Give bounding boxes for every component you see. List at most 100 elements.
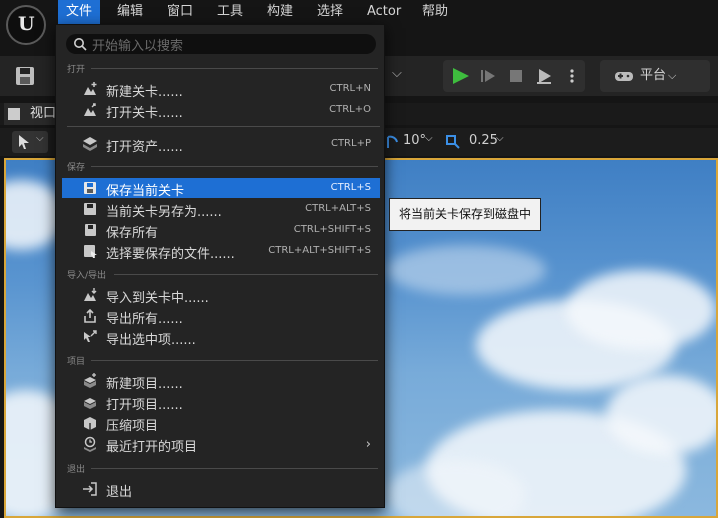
menu-item-label: 新建项目......: [106, 377, 183, 392]
eject-icon[interactable]: [536, 68, 552, 84]
menu-actor[interactable]: Actor: [359, 0, 409, 24]
menu-tools[interactable]: 工具: [209, 0, 251, 24]
platforms-label: 平台: [640, 68, 667, 83]
viewport-tab-label: 视口: [30, 106, 57, 121]
menu-item-shortcut: CTRL+N: [329, 83, 371, 94]
menu-item-save-all[interactable]: 保存所有 CTRL+SHIFT+S: [62, 220, 380, 241]
section-divider: [91, 468, 378, 469]
menu-item-export-selected[interactable]: 导出选中项......: [62, 327, 380, 348]
menu-help[interactable]: 帮助: [414, 0, 456, 24]
menu-item-choose-files-to-save[interactable]: 选择要保存的文件...... CTRL+ALT+SHIFT+S: [62, 241, 380, 262]
open-project-icon: [84, 398, 96, 409]
scale-snap-icon[interactable]: [445, 134, 461, 150]
menu-item-open-level[interactable]: 打开关卡...... CTRL+O: [62, 100, 380, 121]
section-header-save: 保存: [67, 163, 86, 173]
save-as-icon: [84, 203, 96, 215]
chevron-down-icon[interactable]: ⌵: [425, 133, 433, 144]
section-divider: [91, 68, 378, 69]
submenu-arrow-icon: ›: [365, 437, 371, 452]
menu-item-label: 导出选中项......: [106, 333, 196, 348]
play-controls: [443, 60, 585, 92]
section-header-import-export: 导入/导出: [67, 271, 107, 281]
menu-item-exit[interactable]: 退出: [62, 479, 380, 500]
menubar: U 文件 编辑 窗口 工具 构建 选择 Actor 帮助: [0, 0, 718, 45]
section-divider: [114, 274, 378, 275]
menu-item-import-into-level[interactable]: 导入到关卡中......: [62, 285, 380, 306]
menu-file[interactable]: 文件: [58, 0, 101, 24]
menu-item-zip-project[interactable]: 压缩项目: [62, 413, 380, 434]
menu-item-new-project[interactable]: 新建项目......: [62, 371, 380, 392]
cloud: [566, 270, 716, 350]
menu-item-label: 打开关卡......: [106, 106, 183, 121]
menu-item-label: 退出: [106, 485, 133, 500]
tab-viewport[interactable]: 视口: [4, 103, 60, 125]
menu-search-field[interactable]: 开始输入以搜索: [66, 34, 376, 54]
menu-item-label: 保存当前关卡: [106, 184, 185, 199]
viewport-icon: [8, 108, 20, 120]
export-selected-icon: [84, 330, 97, 342]
menu-item-label: 打开项目......: [106, 398, 183, 413]
play-icon[interactable]: [453, 68, 469, 84]
cloud: [606, 375, 716, 455]
menu-item-label: 压缩项目: [106, 419, 159, 434]
tooltip: 将当前关卡保存到磁盘中: [389, 198, 541, 231]
menu-item-label: 新建关卡......: [106, 85, 183, 100]
cursor-icon: [19, 135, 29, 149]
save-icon: [84, 182, 96, 194]
menu-item-shortcut: CTRL+ALT+S: [305, 203, 371, 214]
menu-edit[interactable]: 编辑: [109, 0, 151, 24]
save-toolbar-icon[interactable]: [14, 65, 36, 87]
more-options-icon[interactable]: [564, 68, 580, 84]
new-level-icon: [84, 82, 97, 95]
menu-build[interactable]: 构建: [259, 0, 301, 24]
section-divider: [91, 166, 378, 167]
menu-item-recent-projects[interactable]: 最近打开的项目 ›: [62, 434, 380, 455]
cloud: [386, 245, 546, 295]
stop-icon[interactable]: [508, 68, 524, 84]
menu-item-open-asset[interactable]: 打开资产...... CTRL+P: [62, 134, 380, 155]
choose-files-icon: [84, 245, 97, 258]
platforms-button[interactable]: 平台 ⌵: [600, 60, 710, 92]
menu-item-save-current-level[interactable]: 保存当前关卡 CTRL+S: [62, 178, 380, 199]
unreal-logo[interactable]: U: [6, 5, 46, 45]
new-project-icon: [84, 373, 96, 388]
exit-icon: [83, 482, 97, 496]
menu-item-shortcut: CTRL+ALT+SHIFT+S: [268, 245, 371, 256]
menu-item-label: 保存所有: [106, 226, 159, 241]
menu-window[interactable]: 窗口: [159, 0, 201, 24]
gamepad-icon: [615, 72, 633, 81]
menu-item-shortcut: CTRL+O: [329, 104, 371, 115]
recent-projects-icon: [84, 436, 96, 452]
section-header-open: 打开: [67, 65, 86, 75]
menu-item-open-project[interactable]: 打开项目......: [62, 392, 380, 413]
rotation-snap-icon[interactable]: [385, 134, 399, 150]
chevron-down-icon[interactable]: ⌵: [392, 66, 402, 81]
menu-item-label: 当前关卡另存为......: [106, 205, 222, 220]
menu-item-new-level[interactable]: 新建关卡...... CTRL+N: [62, 79, 380, 100]
export-all-icon: [84, 308, 96, 323]
menu-select[interactable]: 选择: [309, 0, 351, 24]
step-icon[interactable]: [480, 68, 496, 84]
menu-item-shortcut: CTRL+P: [330, 138, 371, 149]
section-header-exit: 退出: [67, 465, 86, 475]
save-all-icon: [85, 224, 96, 236]
section-header-project: 项目: [67, 357, 86, 367]
menu-item-shortcut: CTRL+SHIFT+S: [293, 224, 371, 235]
menu-item-save-level-as[interactable]: 当前关卡另存为...... CTRL+ALT+S: [62, 199, 380, 220]
menu-item-label: 最近打开的项目: [106, 440, 198, 455]
menu-item-label: 导入到关卡中......: [106, 291, 209, 306]
menu-item-export-all[interactable]: 导出所有......: [62, 306, 380, 327]
import-icon: [84, 288, 97, 301]
menu-item-label: 导出所有......: [106, 312, 183, 327]
menu-divider: [67, 126, 380, 127]
chevron-down-icon: ⌵: [668, 69, 677, 82]
scale-snap-value[interactable]: 0.25: [469, 133, 498, 148]
search-icon: [74, 38, 87, 51]
open-asset-icon: [83, 137, 97, 151]
rotation-snap-value[interactable]: 10°: [403, 133, 426, 148]
menu-item-label: 选择要保存的文件......: [106, 247, 235, 262]
menu-item-shortcut: CTRL+S: [330, 182, 371, 193]
viewport-options-button[interactable]: ⌵: [12, 131, 48, 153]
chevron-down-icon[interactable]: ⌵: [496, 133, 504, 144]
menu-item-label: 打开资产......: [106, 140, 183, 155]
